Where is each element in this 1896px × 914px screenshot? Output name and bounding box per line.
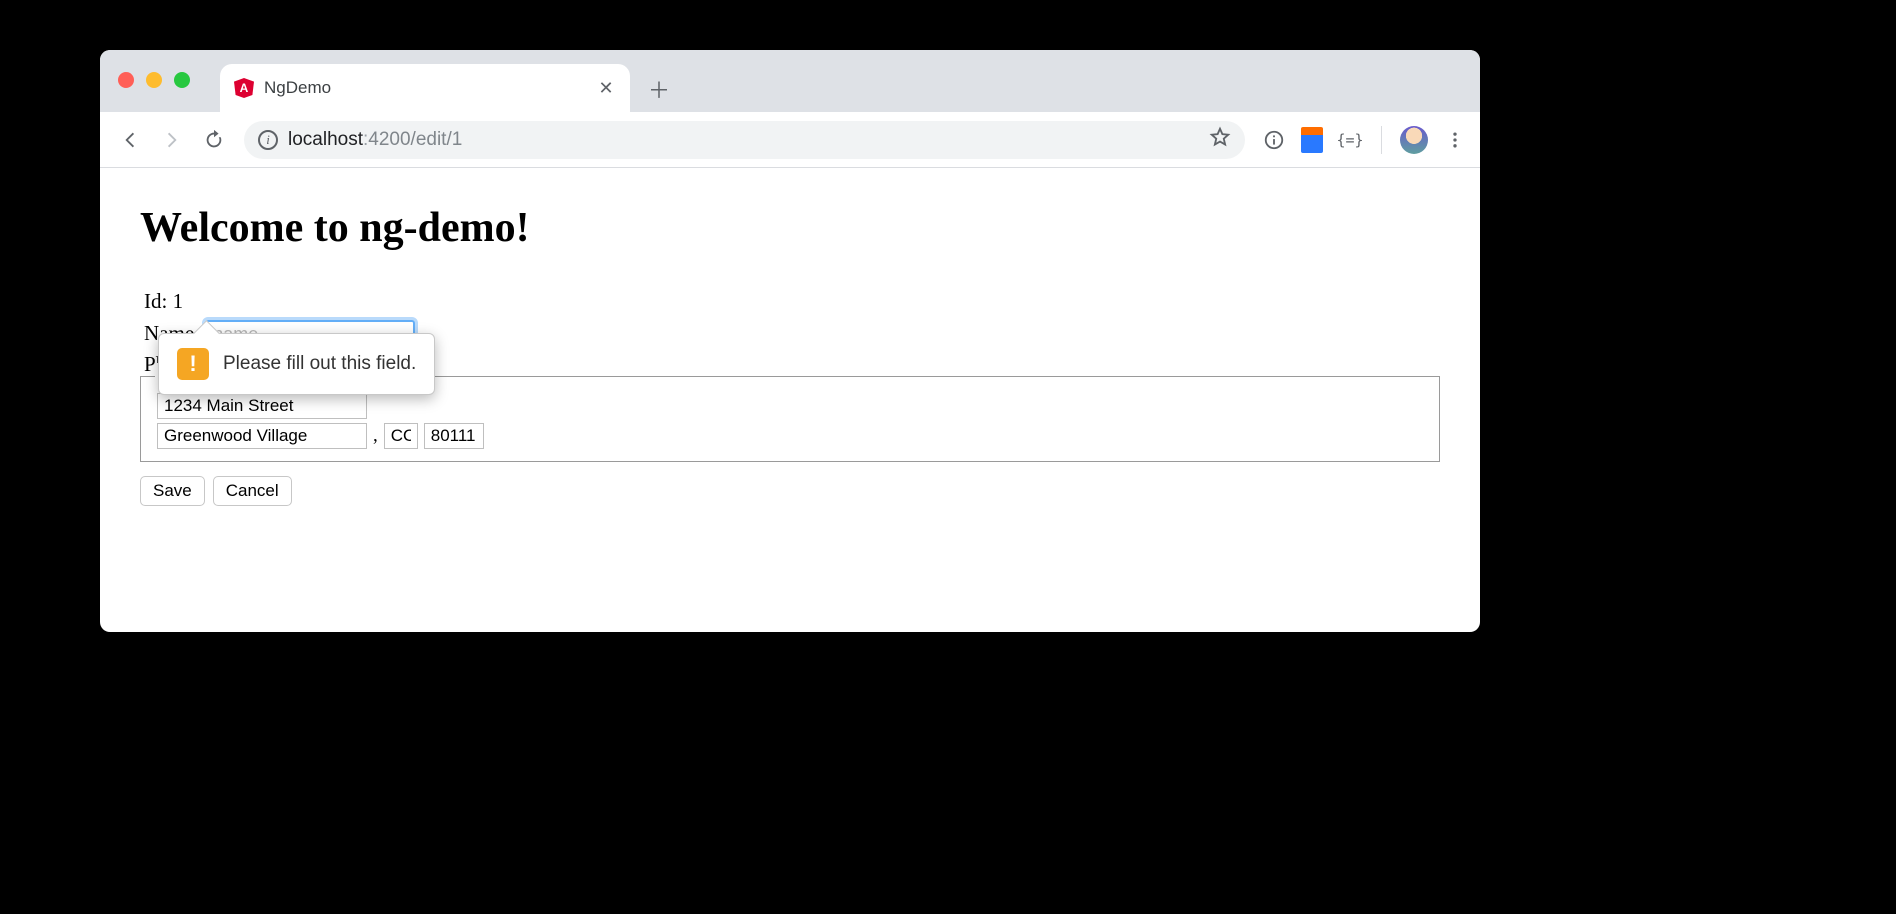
id-line: Id: 1: [144, 286, 1440, 318]
site-info-icon[interactable]: i: [258, 130, 278, 150]
validation-message: Please fill out this field.: [223, 353, 416, 375]
page-content: Welcome to ng-demo! Id: 1 Name: Phone: A…: [100, 168, 1480, 632]
validation-tooltip: ! Please fill out this field.: [158, 333, 435, 395]
info-extension-icon[interactable]: [1261, 127, 1287, 153]
toolbar-separator: [1381, 126, 1382, 154]
window-controls: [118, 72, 190, 88]
id-value: 1: [173, 289, 184, 313]
zip-input[interactable]: [424, 423, 484, 449]
close-window-button[interactable]: [118, 72, 134, 88]
minimize-window-button[interactable]: [146, 72, 162, 88]
id-label: Id:: [144, 289, 167, 313]
url-path: 4200/edit/1: [368, 129, 462, 150]
browser-toolbar: i localhost:4200/edit/1 {=}: [100, 112, 1480, 168]
browser-menu-button[interactable]: [1442, 127, 1468, 153]
angular-icon: [234, 78, 254, 98]
browser-window: NgDemo ✕ ＋ i localhost:4200/edit/1: [100, 50, 1480, 632]
browser-tab[interactable]: NgDemo ✕: [220, 64, 630, 112]
code-extension-icon[interactable]: {=}: [1337, 127, 1363, 153]
forward-button[interactable]: [154, 122, 190, 158]
new-tab-button[interactable]: ＋: [642, 72, 676, 106]
warning-icon: !: [177, 348, 209, 380]
close-tab-button[interactable]: ✕: [596, 78, 616, 98]
lighthouse-extension-icon[interactable]: [1301, 127, 1323, 153]
cancel-button[interactable]: Cancel: [213, 476, 292, 506]
form-buttons: Save Cancel: [140, 476, 1440, 506]
page-heading: Welcome to ng-demo!: [140, 204, 1440, 252]
address-bar[interactable]: i localhost:4200/edit/1: [244, 121, 1245, 159]
url-host: localhost: [288, 129, 363, 150]
profile-avatar[interactable]: [1400, 126, 1428, 154]
back-button[interactable]: [112, 122, 148, 158]
titlebar: NgDemo ✕ ＋: [100, 50, 1480, 112]
street-input[interactable]: [157, 393, 367, 419]
bookmark-button[interactable]: [1209, 126, 1231, 154]
extension-icons: {=}: [1257, 126, 1468, 154]
save-button[interactable]: Save: [140, 476, 205, 506]
tab-title: NgDemo: [264, 78, 586, 98]
state-input[interactable]: [384, 423, 418, 449]
maximize-window-button[interactable]: [174, 72, 190, 88]
reload-button[interactable]: [196, 122, 232, 158]
address-comma: ,: [373, 425, 378, 447]
url-text: localhost:4200/edit/1: [288, 129, 462, 151]
city-input[interactable]: [157, 423, 367, 449]
